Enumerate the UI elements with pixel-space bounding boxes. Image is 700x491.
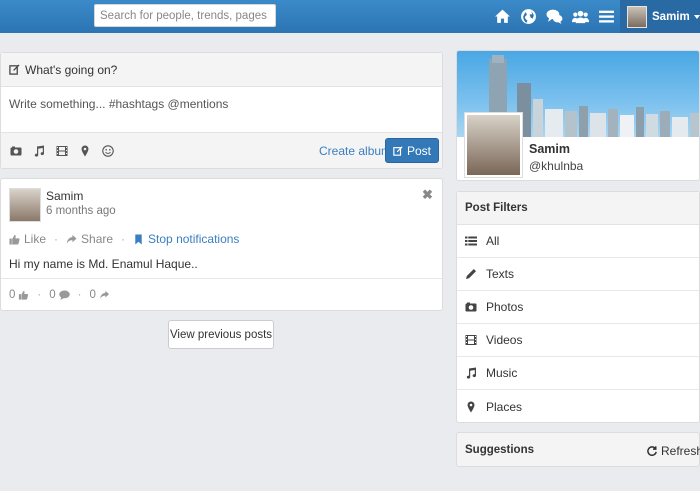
film-icon — [465, 335, 477, 345]
refresh-icon — [647, 446, 657, 456]
refresh-label: Refresh — [661, 444, 700, 458]
avatar[interactable] — [465, 113, 522, 177]
post-actions: Like · Share · Stop notifications — [9, 232, 239, 246]
filter-label: Music — [486, 366, 518, 380]
pencil-icon — [466, 269, 476, 279]
like-button[interactable]: Like — [9, 232, 46, 246]
filter-label: All — [486, 234, 500, 248]
film-icon[interactable] — [55, 144, 69, 158]
user-menu[interactable]: Samim — [620, 0, 700, 33]
filter-label: Texts — [486, 267, 515, 281]
post-filters: Post Filters All Texts Photos Videos Mus… — [456, 191, 700, 423]
avatar[interactable] — [9, 188, 41, 222]
post-button[interactable]: Post — [385, 138, 439, 163]
composer-input[interactable]: Write something... #hashtags @mentions — [1, 87, 442, 132]
composer-footer: Create album Post — [1, 132, 442, 168]
composer-title: What's going on? — [25, 62, 118, 77]
post-counters: 0 · 0 · 0 — [1, 278, 442, 311]
share-icon — [66, 234, 77, 244]
filter-videos[interactable]: Videos — [457, 324, 699, 357]
thumbs-up-icon — [19, 290, 29, 300]
edit-icon — [393, 145, 403, 156]
filter-label: Photos — [486, 300, 524, 314]
chevron-down-icon — [693, 14, 700, 19]
close-icon[interactable]: ✖ — [422, 187, 433, 203]
stop-notifications-label: Stop notifications — [148, 232, 240, 246]
profile-card: Samim @khulnba — [456, 50, 700, 181]
thumbs-up-icon — [9, 234, 20, 245]
chat-icon[interactable] — [542, 4, 566, 28]
post-text: Hi my name is Md. Enamul Haque.. — [9, 257, 198, 271]
share-button[interactable]: Share — [66, 232, 113, 246]
comments-counter[interactable]: 0 — [49, 289, 70, 301]
list-icon — [465, 236, 477, 246]
post-composer: What's going on? Write something... #has… — [0, 52, 443, 169]
separator: · — [54, 232, 59, 246]
camera-icon[interactable] — [9, 144, 23, 158]
post-card: Samim 6 months ago ✖ Like · Share · Stop… — [0, 178, 443, 311]
separator: · — [37, 289, 42, 301]
share-icon — [100, 290, 109, 299]
globe-icon[interactable] — [516, 4, 540, 28]
filter-label: Places — [486, 399, 523, 414]
user-name: Samim — [652, 10, 690, 23]
composer-header: What's going on? — [1, 53, 442, 87]
filter-photos[interactable]: Photos — [457, 291, 699, 324]
home-icon[interactable] — [490, 4, 514, 28]
create-album-link[interactable]: Create album — [319, 144, 391, 158]
comments-count: 0 — [49, 289, 56, 301]
shares-count: 0 — [89, 289, 96, 301]
filter-texts[interactable]: Texts — [457, 258, 699, 291]
users-icon[interactable] — [568, 4, 592, 28]
suggestions-title: Suggestions — [465, 443, 535, 456]
filter-label: Videos — [486, 333, 523, 347]
top-nav-icons — [490, 4, 620, 28]
search-input[interactable] — [94, 4, 276, 27]
bookmark-icon — [135, 233, 142, 245]
photo-icon — [465, 302, 477, 312]
separator: · — [77, 289, 82, 301]
shares-counter[interactable]: 0 — [90, 289, 110, 301]
music-icon — [466, 367, 477, 379]
post-button-label: Post — [406, 143, 431, 158]
like-label: Like — [24, 232, 47, 246]
post-filters-title: Post Filters — [457, 192, 699, 225]
view-previous-posts-button[interactable]: View previous posts — [168, 320, 274, 349]
post-author[interactable]: Samim — [46, 189, 83, 203]
likes-counter[interactable]: 0 — [9, 289, 29, 301]
avatar — [627, 5, 647, 28]
filter-all[interactable]: All — [457, 225, 699, 258]
top-navbar: Samim — [0, 0, 700, 33]
filter-music[interactable]: Music — [457, 357, 699, 390]
stop-notifications-button[interactable]: Stop notifications — [133, 232, 239, 246]
separator: · — [121, 232, 126, 246]
location-icon — [467, 401, 475, 412]
post-time[interactable]: 6 months ago — [46, 205, 116, 217]
suggestions-panel: Suggestions Refresh — [456, 432, 700, 467]
profile-handle: @khulnba — [529, 159, 584, 173]
smile-icon[interactable] — [101, 144, 115, 158]
profile-name[interactable]: Samim — [529, 142, 570, 156]
filter-places[interactable]: Places — [457, 390, 699, 423]
location-icon[interactable] — [78, 144, 92, 158]
menu-icon[interactable] — [594, 4, 618, 28]
music-icon[interactable] — [32, 144, 46, 158]
edit-icon — [9, 64, 20, 75]
likes-count: 0 — [9, 289, 16, 301]
share-label: Share — [81, 232, 114, 246]
comment-icon — [58, 290, 70, 300]
composer-placeholder: Write something... #hashtags @mentions — [9, 97, 229, 111]
refresh-button[interactable]: Refresh — [647, 444, 700, 458]
